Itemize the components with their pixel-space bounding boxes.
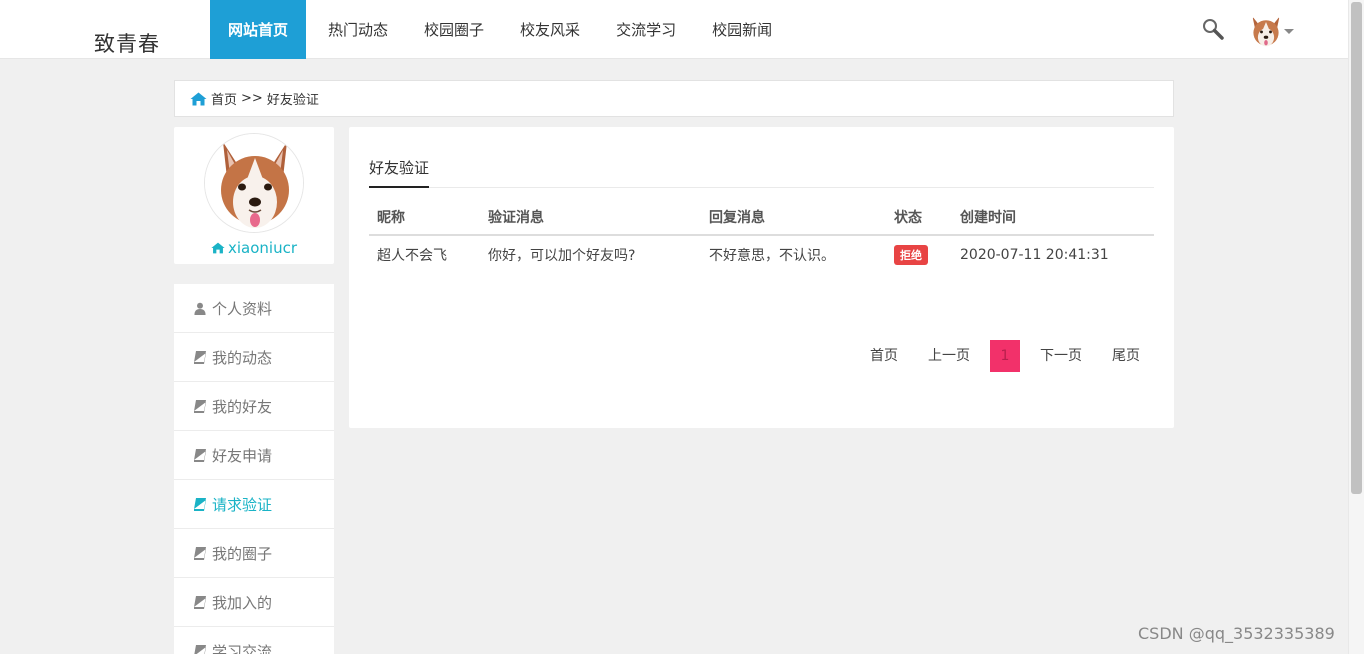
menu-item-posts[interactable]: 我的动态 bbox=[174, 333, 334, 382]
cell-message: 你好，可以加个好友吗? bbox=[488, 248, 636, 264]
cell-reply: 不好意思，不认识。 bbox=[709, 248, 835, 264]
page-last[interactable]: 尾页 bbox=[1097, 340, 1155, 372]
page-next[interactable]: 下一页 bbox=[1025, 340, 1097, 372]
profile-card: xiaoniucr bbox=[174, 127, 334, 264]
page-current[interactable]: 1 bbox=[990, 340, 1020, 372]
nav-circles[interactable]: 校园圈子 bbox=[406, 0, 502, 59]
cell-status: 拒绝 bbox=[886, 235, 952, 274]
verify-table: 昵称 验证消息 回复消息 状态 创建时间 超人不会飞 你好，可以加个好友吗? 不… bbox=[369, 199, 1154, 274]
user-icon bbox=[194, 302, 206, 315]
book-icon bbox=[194, 595, 206, 609]
menu-item-joined[interactable]: 我加入的 bbox=[174, 578, 334, 627]
col-message: 验证消息 bbox=[480, 199, 701, 236]
table-row: 超人不会飞 你好，可以加个好友吗? 不好意思，不认识。 拒绝 2020-07-1… bbox=[369, 235, 1154, 274]
husky-avatar-icon bbox=[1248, 13, 1284, 49]
breadcrumb-home[interactable]: 首页 bbox=[211, 89, 237, 108]
status-badge: 拒绝 bbox=[894, 245, 928, 265]
tab-friend-verify[interactable]: 好友验证 bbox=[369, 157, 429, 188]
nav-study[interactable]: 交流学习 bbox=[598, 0, 694, 59]
home-icon bbox=[190, 92, 207, 105]
menu-label: 个人资料 bbox=[212, 299, 273, 318]
profile-username[interactable]: xiaoniucr bbox=[174, 239, 334, 257]
menu-label: 学习交流 bbox=[212, 642, 273, 654]
husky-avatar-icon bbox=[205, 134, 303, 232]
page-first[interactable]: 首页 bbox=[855, 340, 913, 372]
menu-label: 我的动态 bbox=[212, 348, 273, 367]
menu-label: 好友申请 bbox=[212, 446, 273, 465]
breadcrumb-separator: >> bbox=[241, 91, 263, 106]
breadcrumb-current: 好友验证 bbox=[266, 93, 319, 108]
book-icon bbox=[194, 644, 206, 654]
book-icon bbox=[194, 497, 206, 511]
scrollbar-thumb[interactable] bbox=[1351, 2, 1362, 494]
verify-panel: 好友验证 昵称 验证消息 回复消息 状态 创建时间 超人不会飞 你好，可以加个好… bbox=[349, 127, 1174, 428]
book-icon bbox=[194, 546, 206, 560]
book-icon bbox=[194, 399, 206, 413]
menu-item-friends[interactable]: 我的好友 bbox=[174, 382, 334, 431]
nav-hot[interactable]: 热门动态 bbox=[310, 0, 406, 59]
book-icon bbox=[194, 448, 206, 462]
menu-item-my-circles[interactable]: 我的圈子 bbox=[174, 529, 334, 578]
profile-avatar[interactable] bbox=[204, 133, 304, 233]
menu-item-friend-requests[interactable]: 好友申请 bbox=[174, 431, 334, 480]
breadcrumb: 首页 >> 好友验证 bbox=[174, 80, 1174, 117]
menu-label: 我的好友 bbox=[212, 397, 273, 416]
menu-label: 我加入的 bbox=[212, 593, 273, 612]
col-nickname: 昵称 bbox=[369, 199, 480, 236]
menu-label: 请求验证 bbox=[212, 495, 273, 514]
username-text: xiaoniucr bbox=[227, 239, 297, 257]
chevron-down-icon[interactable] bbox=[1284, 29, 1294, 34]
top-navbar: 致青春 网站首页 热门动态 校园圈子 校友风采 交流学习 校园新闻 bbox=[0, 0, 1348, 59]
tab-bar: 好友验证 bbox=[369, 157, 1154, 188]
col-status: 状态 bbox=[886, 199, 952, 236]
nav-news[interactable]: 校园新闻 bbox=[694, 0, 790, 59]
nav-home[interactable]: 网站首页 bbox=[210, 0, 307, 59]
menu-item-profile[interactable]: 个人资料 bbox=[174, 284, 334, 333]
home-icon bbox=[211, 242, 225, 254]
nav-alumni[interactable]: 校友风采 bbox=[502, 0, 598, 59]
side-menu: 个人资料 我的动态 我的好友 好友申请 请求验证 我的圈子 我加入的 学习交流 bbox=[174, 284, 334, 654]
menu-item-request-verify[interactable]: 请求验证 bbox=[174, 480, 334, 529]
col-created: 创建时间 bbox=[952, 199, 1154, 236]
menu-label: 我的圈子 bbox=[212, 544, 273, 563]
watermark: CSDN @qq_3532335389 bbox=[1138, 624, 1335, 643]
search-icon[interactable] bbox=[1200, 16, 1226, 42]
page-prev[interactable]: 上一页 bbox=[913, 340, 985, 372]
pagination: 首页 上一页 1 下一页 尾页 bbox=[855, 340, 1155, 372]
col-reply: 回复消息 bbox=[701, 199, 886, 236]
site-logo[interactable]: 致青春 bbox=[94, 28, 160, 58]
table-header-row: 昵称 验证消息 回复消息 状态 创建时间 bbox=[369, 199, 1154, 236]
book-icon bbox=[194, 350, 206, 364]
main-nav: 网站首页 热门动态 校园圈子 校友风采 交流学习 校园新闻 bbox=[210, 0, 790, 59]
cell-created: 2020-07-11 20:41:31 bbox=[960, 247, 1109, 263]
user-avatar[interactable] bbox=[1248, 12, 1284, 50]
menu-item-study[interactable]: 学习交流 bbox=[174, 627, 334, 654]
cell-nickname: 超人不会飞 bbox=[377, 248, 447, 264]
